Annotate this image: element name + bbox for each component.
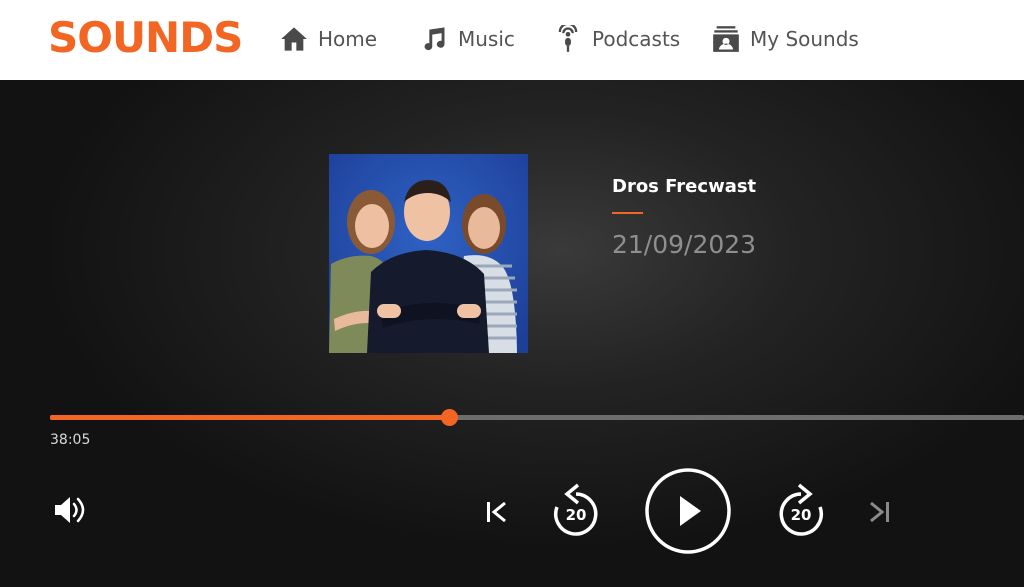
home-icon xyxy=(281,27,307,51)
rewind-seconds-label: 20 xyxy=(565,506,587,524)
previous-button[interactable] xyxy=(478,494,514,530)
forward-seconds-label: 20 xyxy=(790,506,812,524)
nav-my-sounds[interactable]: My Sounds xyxy=(712,22,859,56)
title-divider xyxy=(612,212,643,214)
next-button[interactable] xyxy=(862,494,898,530)
nav-podcasts[interactable]: Podcasts xyxy=(554,22,680,56)
episode-date: 21/09/2023 xyxy=(612,230,757,259)
volume-icon xyxy=(55,497,85,523)
presenters-photo xyxy=(329,154,528,353)
nav-home[interactable]: Home xyxy=(280,22,377,56)
episode-artwork xyxy=(329,154,528,353)
nav-my-sounds-label: My Sounds xyxy=(750,27,859,51)
play-button[interactable] xyxy=(644,467,732,555)
podcast-microphone-icon xyxy=(558,25,578,52)
progress-scrubber[interactable] xyxy=(441,409,459,426)
nav-podcasts-label: Podcasts xyxy=(592,27,681,51)
previous-icon xyxy=(487,501,506,523)
music-note-icon xyxy=(424,27,445,51)
play-icon xyxy=(645,468,731,554)
nav-music-label: Music xyxy=(458,27,515,51)
sounds-logo[interactable]: SOUNDS xyxy=(48,12,243,64)
my-sounds-icon xyxy=(713,26,739,52)
rewind-20-button[interactable]: 20 xyxy=(548,480,604,540)
volume-button[interactable] xyxy=(50,492,90,528)
nav-home-label: Home xyxy=(318,27,378,51)
forward-20-button[interactable]: 20 xyxy=(773,480,829,540)
top-navigation-bar: SOUNDS Home Music Podcasts My Sounds xyxy=(0,0,1024,80)
progress-bar[interactable] xyxy=(50,409,1024,426)
elapsed-time: 38:05 xyxy=(50,432,91,448)
nav-music[interactable]: Music xyxy=(420,22,515,56)
next-icon xyxy=(870,501,889,523)
episode-title: Dros Frecwast xyxy=(612,176,757,197)
player-panel: Dros Frecwast 21/09/2023 38:05 20 20 xyxy=(0,80,1024,587)
progress-fill xyxy=(50,415,450,420)
